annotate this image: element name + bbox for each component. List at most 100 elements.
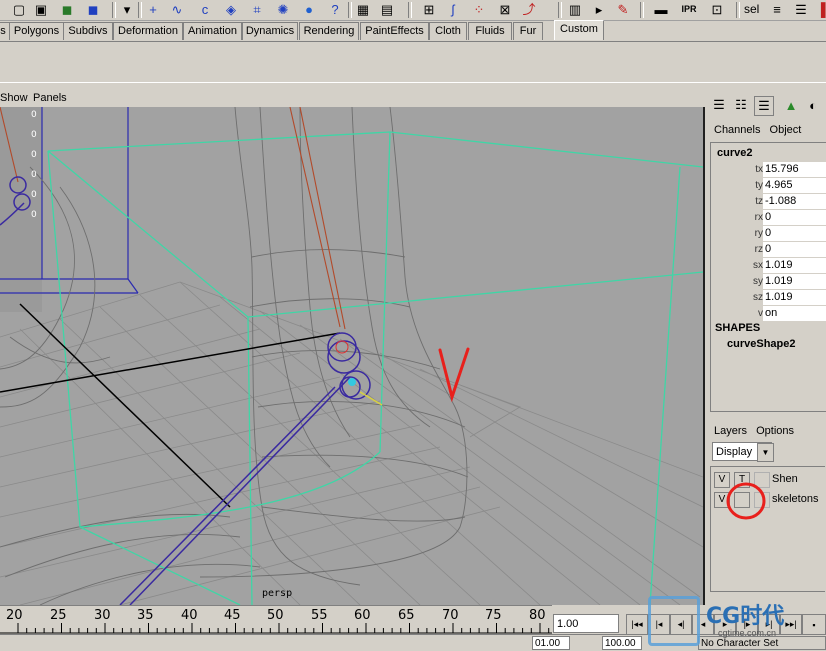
channel-box-icon[interactable]: ☰: [710, 96, 728, 114]
strip-number: 0: [31, 130, 37, 140]
menu-layers[interactable]: Layers: [714, 425, 747, 437]
tab-animation[interactable]: Animation: [183, 22, 242, 40]
render-icon[interactable]: ▥: [566, 1, 584, 18]
sphere-icon[interactable]: ●: [300, 1, 318, 18]
chevron-down-icon[interactable]: ▼: [757, 443, 774, 462]
curve-tool-icon[interactable]: ∿: [168, 1, 186, 18]
range-end-field[interactable]: 100.00: [602, 636, 642, 650]
selection-mask-label: sel: [744, 2, 760, 16]
range-start-field[interactable]: 01.00: [532, 636, 570, 650]
snap-grid-icon[interactable]: ⊞: [420, 1, 438, 18]
channel-value[interactable]: 0: [763, 242, 826, 257]
current-frame-field[interactable]: 1.00: [553, 614, 619, 633]
shelf-area: [0, 41, 826, 83]
channel-row[interactable]: v on: [711, 306, 826, 322]
snap-view-icon[interactable]: ≡: [768, 1, 786, 18]
lattice-icon[interactable]: ⌗: [248, 1, 266, 18]
cube-icon[interactable]: ◈: [222, 1, 240, 18]
strip-number: 0: [31, 150, 37, 160]
ipr-icon[interactable]: IPR: [678, 1, 700, 18]
tab-cloth[interactable]: Cloth: [429, 22, 467, 40]
tick-label: 75: [485, 608, 502, 623]
render-icon[interactable]: ▦: [354, 1, 372, 18]
snap-point-icon[interactable]: ⁘: [470, 1, 488, 18]
select-tool-icon[interactable]: ▢: [10, 1, 28, 18]
object-name: curve2: [717, 147, 753, 159]
layer-name[interactable]: Shen: [772, 473, 798, 485]
channel-name: tz: [755, 196, 763, 207]
channel-value[interactable]: 1.019: [763, 258, 826, 273]
render-icon[interactable]: ▸: [590, 1, 608, 18]
channel-box-toggle-icon[interactable]: ▐: [812, 1, 826, 18]
channel-value[interactable]: 0: [763, 210, 826, 225]
ipr-label: IPR: [681, 4, 697, 14]
menu-object[interactable]: Object: [770, 124, 802, 136]
channel-row[interactable]: rz 0: [711, 242, 826, 258]
arc-tool-icon[interactable]: c: [196, 1, 214, 18]
tab-custom[interactable]: Custom: [554, 20, 604, 40]
channel-name: rz: [754, 244, 763, 255]
render-globals-icon[interactable]: ⊡: [708, 1, 726, 18]
perspective-viewport[interactable]: 0 0 0 0 0 0 persp: [0, 107, 705, 605]
tab-fur[interactable]: Fur: [513, 22, 543, 40]
tick-label: 45: [224, 608, 241, 623]
tab-fluids[interactable]: Fluids: [468, 22, 512, 40]
render-view-icon[interactable]: ◐: [804, 96, 822, 114]
channel-row[interactable]: ty 4.965: [711, 178, 826, 194]
channel-row[interactable]: rx 0: [711, 210, 826, 226]
shape-name[interactable]: curveShape2: [727, 338, 795, 350]
menu-channels[interactable]: Channels: [714, 124, 760, 136]
main-toolbar: ▢ ▣ ◼ ◼ ▾ + ∿ c ◈ ⌗ ✺ ● ? ▦ ▤ ⊞ ʃ ⁘ ⊠ ⤴ …: [0, 0, 826, 21]
channel-value[interactable]: -1.088: [763, 194, 826, 209]
channel-value[interactable]: 0: [763, 226, 826, 241]
channel-name: sz: [753, 292, 763, 303]
snap-view-icon[interactable]: ⊠: [496, 1, 514, 18]
attribute-editor-icon[interactable]: ☷: [732, 96, 750, 114]
layer-editor-icon[interactable]: ☰: [754, 96, 774, 116]
channel-box-toggle-icon[interactable]: ☰: [792, 1, 810, 18]
render-globals-icon[interactable]: ▬: [652, 1, 670, 18]
channel-value[interactable]: on: [763, 306, 826, 321]
menu-panels[interactable]: Panels: [33, 92, 67, 104]
channel-row[interactable]: sy 1.019: [711, 274, 826, 290]
tab-dynamics[interactable]: Dynamics: [242, 22, 298, 40]
tab-rendering[interactable]: Rendering: [299, 22, 359, 40]
go-to-start-icon[interactable]: |◂◂: [626, 614, 648, 635]
watermark-site: cgtime.com.cn: [718, 628, 777, 638]
channel-row[interactable]: sz 1.019: [711, 290, 826, 306]
channel-name: ry: [754, 228, 763, 239]
menu-arrow-icon[interactable]: ▾: [118, 1, 136, 18]
channel-value[interactable]: 4.965: [763, 178, 826, 193]
layers-menu: Layers Options: [714, 425, 794, 437]
paint-icon[interactable]: ✎: [614, 1, 632, 18]
history-icon[interactable]: ⤴: [520, 1, 538, 18]
channel-row[interactable]: sx 1.019: [711, 258, 826, 274]
channel-value[interactable]: 1.019: [763, 290, 826, 305]
cluster-icon[interactable]: ✺: [274, 1, 292, 18]
tab-deformation[interactable]: Deformation: [113, 22, 183, 40]
channel-value[interactable]: 1.019: [763, 274, 826, 289]
tick-label: 20: [6, 608, 23, 623]
channel-name: rx: [754, 212, 763, 223]
channel-row[interactable]: tz -1.088: [711, 194, 826, 210]
snap-curve-icon[interactable]: ʃ: [444, 1, 462, 18]
channel-value[interactable]: 15.796: [763, 162, 826, 177]
render-region-icon[interactable]: ▤: [378, 1, 396, 18]
camera-label: persp: [262, 588, 293, 599]
channel-row[interactable]: tx 15.796: [711, 162, 826, 178]
scale-tool-icon[interactable]: ◼: [58, 1, 76, 18]
tab-subdivs[interactable]: Subdivs: [63, 22, 113, 40]
channel-row[interactable]: ry 0: [711, 226, 826, 242]
move-tool-icon[interactable]: ▣: [32, 1, 50, 18]
menu-options[interactable]: Options: [756, 425, 794, 437]
menu-show[interactable]: Show: [0, 92, 28, 104]
tab-polygons[interactable]: Polygons: [9, 22, 64, 40]
tab-painteffects[interactable]: PaintEffects: [360, 22, 429, 40]
tool-settings-icon[interactable]: ▲: [782, 96, 800, 114]
layer-name[interactable]: skeletons: [772, 493, 818, 505]
help-icon[interactable]: ?: [326, 1, 344, 18]
tick-label: 70: [442, 608, 459, 623]
annotation-circle: [726, 482, 766, 520]
cross-icon[interactable]: +: [144, 1, 162, 18]
scale-tool-icon[interactable]: ◼: [84, 1, 102, 18]
